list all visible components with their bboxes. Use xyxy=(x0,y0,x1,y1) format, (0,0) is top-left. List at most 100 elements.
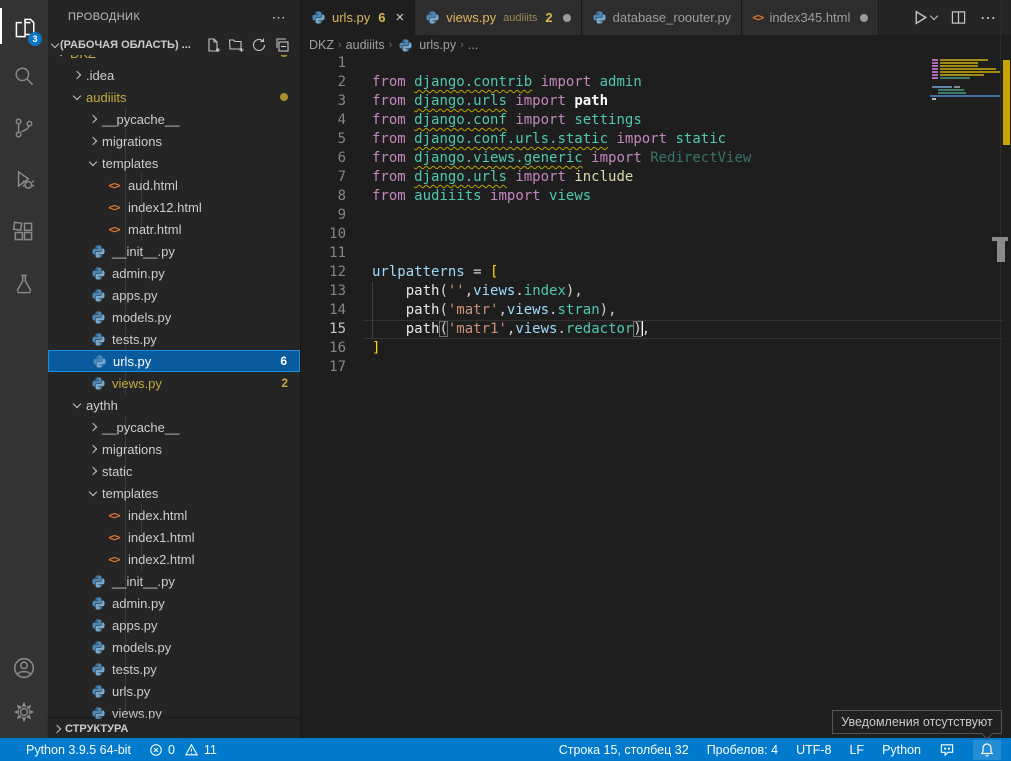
tree-item-index12-html[interactable]: <>index12.html xyxy=(48,196,300,218)
tree-item-label: migrations xyxy=(102,134,162,149)
editor-tab-urls-py[interactable]: urls.py6× xyxy=(301,0,415,35)
code-editor[interactable]: 12from django.contrib import admin3from … xyxy=(301,54,1011,738)
code-line-15: 15 path('matr1',views.redactor), xyxy=(301,320,1011,339)
tree-item--pycache-[interactable]: __pycache__ xyxy=(48,416,300,438)
line-number: 9 xyxy=(301,206,346,225)
python-interpreter-selector[interactable]: Python 3.9.5 64-bit xyxy=(26,743,131,757)
tree-item-tests-py[interactable]: tests.py xyxy=(48,328,300,350)
new-folder-icon[interactable] xyxy=(228,37,244,53)
tree-item-aud-html[interactable]: <>aud.html xyxy=(48,174,300,196)
tree-item-templates[interactable]: templates xyxy=(48,152,300,174)
status-bar: Python 3.9.5 64-bit 0 11 Строка 15, стол… xyxy=(0,738,1011,761)
line-number: 15 xyxy=(301,320,346,339)
tree-item-index2-html[interactable]: <>index2.html xyxy=(48,548,300,570)
tree-item-index-html[interactable]: <>index.html xyxy=(48,504,300,526)
warning-count: 11 xyxy=(204,743,217,757)
tree-item-models-py[interactable]: models.py xyxy=(48,636,300,658)
extensions-icon[interactable] xyxy=(0,210,48,254)
python-file-icon xyxy=(90,243,106,259)
collapse-all-icon[interactable] xyxy=(274,37,290,53)
chevron-right-icon xyxy=(89,137,97,145)
vscode-window: 3 ПРОВОДНИК ⋯ (РАБОЧАЯ ОБЛ xyxy=(0,0,1011,761)
tree-item-admin-py[interactable]: admin.py xyxy=(48,262,300,284)
refresh-icon[interactable] xyxy=(251,37,267,53)
tree-item-matr-html[interactable]: <>matr.html xyxy=(48,218,300,240)
source-control-icon[interactable] xyxy=(0,106,48,150)
testing-icon[interactable] xyxy=(0,262,48,306)
tree-item--init-py[interactable]: __init__.py xyxy=(48,240,300,262)
minimap[interactable] xyxy=(930,0,1000,738)
account-icon[interactable] xyxy=(0,646,48,690)
tree-item-templates[interactable]: templates xyxy=(48,482,300,504)
tree-item-views-py[interactable]: views.py xyxy=(48,702,300,719)
breadcrumb: DKZ › audiiits › urls.py › ... xyxy=(301,35,1011,55)
html-file-icon: <> xyxy=(106,199,122,215)
line-number: 3 xyxy=(301,92,346,111)
explorer-more-actions-icon[interactable]: ⋯ xyxy=(272,0,286,35)
tab-problems-badge: 2 xyxy=(545,10,552,25)
breadcrumb-item-audiiits[interactable]: audiiits xyxy=(346,38,385,52)
new-file-icon[interactable] xyxy=(205,37,221,53)
tab-label: index345.html xyxy=(769,10,850,25)
language-mode[interactable]: Python xyxy=(882,743,921,757)
line-number: 7 xyxy=(301,168,346,187)
outline-section-header[interactable]: СТРУКТУРА xyxy=(48,719,300,738)
indentation-setting[interactable]: Пробелов: 4 xyxy=(707,743,778,757)
encoding-setting[interactable]: UTF-8 xyxy=(796,743,831,757)
tree-item-migrations[interactable]: migrations xyxy=(48,130,300,152)
tree-item-static[interactable]: static xyxy=(48,460,300,482)
tree-item-dkz[interactable]: DKZ xyxy=(48,55,300,64)
breadcrumb-item-symbol[interactable]: ... xyxy=(468,38,478,52)
breadcrumb-item-urls-py[interactable]: urls.py xyxy=(419,38,456,52)
file-tree: DKZ.ideaaudiiits__pycache__migrationstem… xyxy=(48,55,300,719)
line-number: 8 xyxy=(301,187,346,206)
chevron-down-icon xyxy=(51,39,59,47)
tab-label: database_roouter.py xyxy=(613,10,732,25)
warnings-icon xyxy=(184,743,199,757)
code-line-7: 7from django.urls import include xyxy=(301,168,1011,187)
close-tab-icon[interactable]: × xyxy=(396,10,405,25)
sidebar-title: ПРОВОДНИК ⋯ xyxy=(48,0,300,35)
tree-item--idea[interactable]: .idea xyxy=(48,64,300,86)
overview-ruler[interactable] xyxy=(1000,0,1011,738)
editor-tab-views-py[interactable]: views.pyaudiiits2 xyxy=(415,0,581,35)
html-file-icon: <> xyxy=(106,507,122,523)
tree-item-label: index2.html xyxy=(128,552,194,567)
tree-item-models-py[interactable]: models.py xyxy=(48,306,300,328)
workspace-section-header[interactable]: (РАБОЧАЯ ОБЛАСТЬ) ... xyxy=(48,35,300,55)
tree-item-urls-py[interactable]: urls.py xyxy=(48,680,300,702)
problems-indicator[interactable]: 0 11 xyxy=(149,743,217,757)
tree-item-label: views.py xyxy=(112,706,162,720)
tree-item-apps-py[interactable]: apps.py xyxy=(48,284,300,306)
cursor-position[interactable]: Строка 15, столбец 32 xyxy=(559,743,689,757)
tree-item--init-py[interactable]: __init__.py xyxy=(48,570,300,592)
eol-setting[interactable]: LF xyxy=(849,743,864,757)
tree-item--pycache-[interactable]: __pycache__ xyxy=(48,108,300,130)
chevron-down-icon xyxy=(89,487,97,495)
tree-item-label: tests.py xyxy=(112,332,157,347)
search-icon[interactable] xyxy=(0,54,48,98)
tree-item-aythh[interactable]: aythh xyxy=(48,394,300,416)
tree-item-urls-py[interactable]: urls.py6 xyxy=(48,350,300,372)
notifications-bell-icon[interactable] xyxy=(973,740,1001,760)
explorer-icon[interactable]: 3 xyxy=(0,6,48,50)
editor-tab-index345-html[interactable]: <>index345.html xyxy=(742,0,879,35)
tree-item-migrations[interactable]: migrations xyxy=(48,438,300,460)
run-and-debug-icon[interactable] xyxy=(0,158,48,202)
editor-group: urls.py6×views.pyaudiiits2 database_roout… xyxy=(300,0,1011,738)
tree-item-audiiits[interactable]: audiiits xyxy=(48,86,300,108)
python-file-icon xyxy=(90,661,106,677)
feedback-icon[interactable] xyxy=(939,742,955,757)
settings-gear-icon[interactable] xyxy=(0,690,48,734)
tree-item-tests-py[interactable]: tests.py xyxy=(48,658,300,680)
tree-item-index1-html[interactable]: <>index1.html xyxy=(48,526,300,548)
tree-item-label: __init__.py xyxy=(112,244,175,259)
tree-item-apps-py[interactable]: apps.py xyxy=(48,614,300,636)
breadcrumb-item-dkz[interactable]: DKZ xyxy=(309,38,334,52)
tree-item-views-py[interactable]: views.py2 xyxy=(48,372,300,394)
code-line-2: 2from django.contrib import admin xyxy=(301,73,1011,92)
editor-tab-database-roouter-py[interactable]: database_roouter.py xyxy=(582,0,743,35)
tree-item-admin-py[interactable]: admin.py xyxy=(48,592,300,614)
sidebar-explorer: ПРОВОДНИК ⋯ (РАБОЧАЯ ОБЛАСТЬ) ... DKZ.id… xyxy=(48,0,300,738)
current-line-highlight xyxy=(363,320,1003,339)
